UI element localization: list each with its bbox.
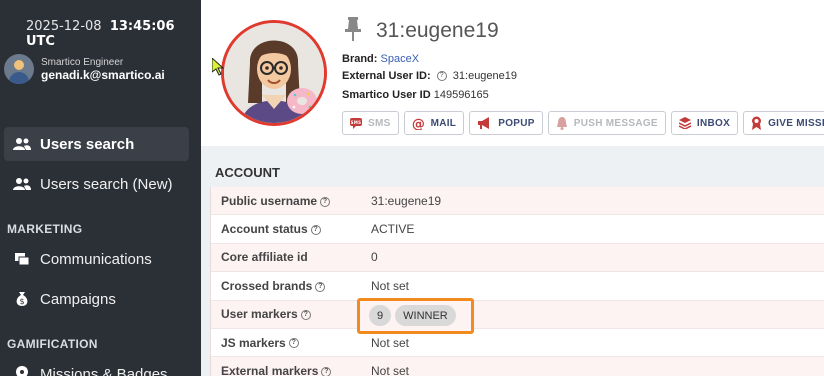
row-value: Not set xyxy=(371,335,410,350)
sidebar-item-users-search[interactable]: Users search xyxy=(4,127,189,161)
brand-value[interactable]: SpaceX xyxy=(381,53,420,65)
svg-text:$: $ xyxy=(19,297,24,306)
row-value: Not set xyxy=(371,364,410,376)
row-value: 0 xyxy=(371,250,378,265)
help-icon[interactable]: ? xyxy=(320,196,331,207)
give-mission-button[interactable]: GIVE MISSION xyxy=(743,111,824,135)
help-icon[interactable]: ? xyxy=(436,71,447,82)
brand-label: Brand: xyxy=(342,53,378,65)
sidebar-item-campaigns[interactable]: $ Campaigns xyxy=(4,282,189,316)
current-user[interactable]: Smartico Engineer genadi.k@smartico.ai xyxy=(4,54,165,84)
sidebar-item-missions-badges[interactable]: Missions & Badges xyxy=(4,357,189,376)
help-icon[interactable]: ? xyxy=(288,338,299,349)
svg-text:SMS: SMS xyxy=(351,120,362,125)
row-key: Core affiliate id xyxy=(221,250,308,265)
marker-count-chip[interactable]: 9 xyxy=(369,305,392,327)
brand-row: Brand: SpaceX xyxy=(342,53,419,65)
help-icon[interactable]: ? xyxy=(321,366,332,376)
help-icon[interactable]: ? xyxy=(315,281,326,292)
row-value: Not set xyxy=(371,278,410,293)
table-row: Public username? 31:eugene19 xyxy=(211,187,824,216)
smartico-id-row: Smartico User ID 149596165 xyxy=(342,89,489,101)
table-row: User markers? 9 WINNER xyxy=(211,297,824,334)
table-row: Core affiliate id 0 xyxy=(211,243,824,273)
inbox-button[interactable]: INBOX xyxy=(670,111,739,135)
help-icon[interactable]: ? xyxy=(300,310,311,321)
megaphone-icon xyxy=(477,117,492,129)
marker-chip-winner[interactable]: WINNER xyxy=(395,305,456,327)
clock: 2025-12-08 13:45:06 UTC xyxy=(26,19,201,49)
row-key: Public username? xyxy=(221,194,333,208)
sidebar-item-label: Missions & Badges xyxy=(40,365,168,376)
sidebar-item-users-search-new[interactable]: Users search (New) xyxy=(4,167,189,201)
user-email: genadi.k@smartico.ai xyxy=(41,68,165,82)
row-key: External markers? xyxy=(221,364,334,376)
date-text: 2025-12-08 xyxy=(26,19,102,34)
location-pin-icon xyxy=(12,366,32,376)
popup-button[interactable]: POPUP xyxy=(469,111,543,135)
page-title: 31:eugene19 xyxy=(376,19,499,42)
row-key: Account status? xyxy=(221,222,324,236)
mail-button[interactable]: @ MAIL xyxy=(403,111,465,135)
external-id-row: External User ID: ? 31:eugene19 xyxy=(342,70,517,82)
sidebar-item-label: Users search (New) xyxy=(40,175,173,193)
external-id-value: 31:eugene19 xyxy=(452,70,518,82)
table-row: External markers? Not set xyxy=(211,357,824,376)
profile-avatar xyxy=(221,20,327,126)
sidebar: 2025-12-08 13:45:06 UTC Smartico Enginee… xyxy=(0,0,201,376)
row-key: Crossed brands? xyxy=(221,279,328,293)
sms-icon: SMS xyxy=(350,117,362,129)
mouse-cursor-icon xyxy=(211,56,225,81)
layers-icon xyxy=(678,117,691,129)
row-key: JS markers? xyxy=(221,336,302,350)
account-table: Public username? 31:eugene19 Account sta… xyxy=(210,187,824,376)
row-value: ACTIVE xyxy=(371,222,415,237)
users-icon xyxy=(12,176,32,192)
award-icon xyxy=(751,116,762,130)
push-message-button[interactable]: PUSH MESSAGE xyxy=(547,111,666,135)
help-icon[interactable]: ? xyxy=(310,224,321,235)
sidebar-item-communications[interactable]: Communications xyxy=(4,242,189,276)
table-row: Account status? ACTIVE xyxy=(211,215,824,244)
avatar xyxy=(4,54,34,84)
users-icon xyxy=(12,136,32,152)
section-gamification: GAMIFICATION xyxy=(7,337,98,351)
communications-icon xyxy=(12,251,32,267)
section-title: ACCOUNT xyxy=(215,165,280,180)
sidebar-item-label: Communications xyxy=(40,250,152,268)
action-buttons: SMS SMS @ MAIL POPUP PUSH MESSAGE INBOX xyxy=(342,111,824,135)
pin-icon[interactable] xyxy=(343,16,365,42)
table-row: Crossed brands? Not set xyxy=(211,272,824,301)
money-bag-icon: $ xyxy=(12,291,32,307)
row-value: 31:eugene19 xyxy=(371,193,442,208)
sidebar-item-label: Campaigns xyxy=(40,290,116,308)
user-header: 31:eugene19 Brand: SpaceX External User … xyxy=(201,0,824,146)
smartico-id-label: Smartico User ID xyxy=(342,89,431,101)
row-key: User markers? xyxy=(221,307,314,321)
table-row: JS markers? Not set xyxy=(211,329,824,358)
main-content: 31:eugene19 Brand: SpaceX External User … xyxy=(201,0,824,376)
external-id-label: External User ID: xyxy=(342,70,431,82)
sidebar-item-label: Users search xyxy=(40,135,135,153)
section-marketing: MARKETING xyxy=(7,222,83,236)
bell-icon xyxy=(556,116,568,130)
account-panel: ACCOUNT Public username? 31:eugene19 Acc… xyxy=(201,146,824,376)
at-icon: @ xyxy=(412,117,425,130)
smartico-id-value: 149596165 xyxy=(433,89,489,101)
svg-text:@: @ xyxy=(412,117,425,130)
sms-button[interactable]: SMS SMS xyxy=(342,111,399,135)
